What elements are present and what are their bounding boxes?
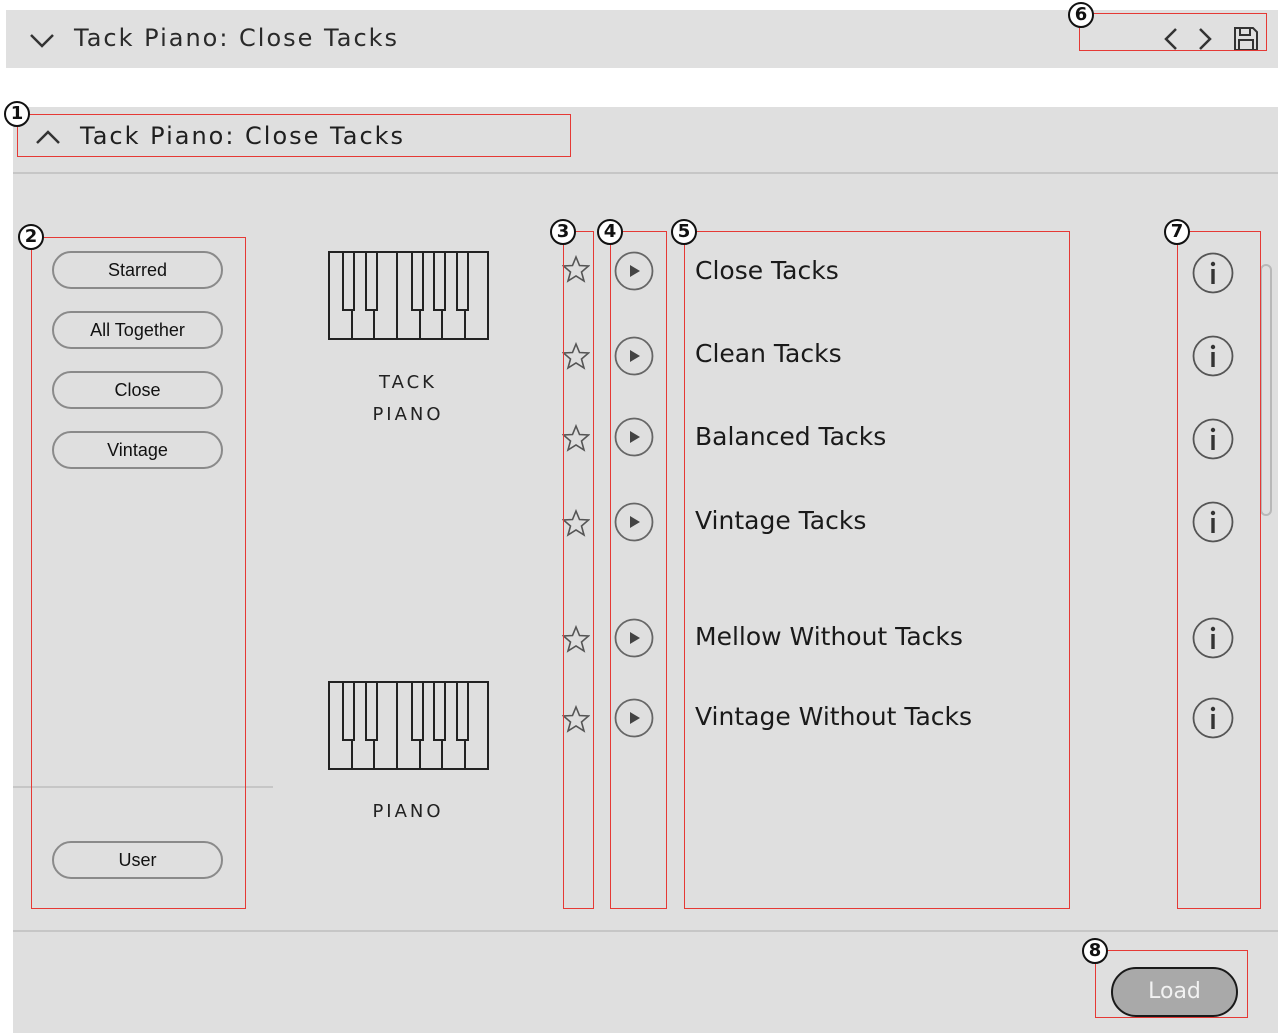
callout-5: 5 [671, 219, 697, 245]
divider [13, 930, 1278, 932]
preset-list-scrollbar[interactable] [1260, 264, 1272, 516]
annotation-box-6 [1079, 13, 1267, 51]
annotation-box-1 [17, 114, 571, 157]
annotation-box-5 [684, 231, 1070, 909]
callout-3: 3 [550, 219, 576, 245]
piano-keyboard-icon[interactable] [328, 251, 489, 341]
header-title: Tack Piano: Close Tacks [74, 24, 400, 52]
instrument-label: TACK [379, 372, 437, 393]
callout-2: 2 [18, 224, 44, 250]
callout-1: 1 [4, 101, 30, 127]
annotation-box-7 [1177, 231, 1261, 909]
instrument-label: PIANO [372, 404, 444, 425]
callout-4: 4 [597, 219, 623, 245]
annotation-box-4 [610, 231, 667, 909]
callout-8: 8 [1082, 938, 1108, 964]
chevron-down-icon[interactable] [28, 30, 56, 50]
callout-7: 7 [1164, 219, 1190, 245]
annotation-box-8 [1095, 950, 1248, 1018]
annotation-box-2 [31, 237, 246, 909]
instrument-label: PIANO [372, 801, 444, 822]
annotation-box-3 [563, 231, 594, 909]
divider [13, 172, 1278, 174]
piano-keyboard-icon[interactable] [328, 681, 489, 771]
callout-6: 6 [1068, 2, 1094, 28]
